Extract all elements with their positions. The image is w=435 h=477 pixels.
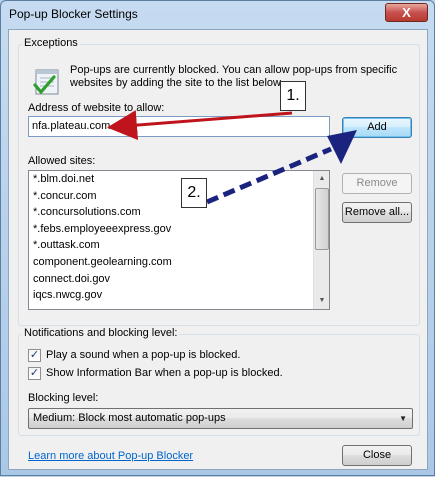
scroll-down-icon[interactable]: ▼ <box>314 293 329 309</box>
notifications-group-label: Notifications and blocking level: <box>22 327 180 339</box>
title-bar: Pop-up Blocker Settings X <box>1 1 434 29</box>
remove-button[interactable]: Remove <box>342 173 412 194</box>
close-button[interactable]: Close <box>342 445 412 466</box>
learn-more-link[interactable]: Learn more about Pop-up Blocker <box>28 450 193 462</box>
blocking-level-select[interactable]: Medium: Block most automatic pop-ups ▼ <box>28 408 413 429</box>
list-item[interactable]: iqcs.nwcg.gov <box>29 287 329 304</box>
allowed-sites-list[interactable]: *.blm.doi.net *.concur.com *.concursolut… <box>28 170 330 310</box>
list-item[interactable]: *.blm.doi.net <box>29 171 329 188</box>
chevron-down-icon: ▼ <box>399 414 407 423</box>
blocking-level-value: Medium: Block most automatic pop-ups <box>33 412 226 424</box>
info-bar-checkbox[interactable]: ✓ <box>28 367 41 380</box>
scroll-thumb[interactable] <box>315 188 329 250</box>
list-scrollbar[interactable]: ▲ ▼ <box>313 171 329 309</box>
list-item[interactable]: *.concursolutions.com <box>29 204 329 221</box>
play-sound-label[interactable]: Play a sound when a pop-up is blocked. <box>46 349 240 361</box>
list-item[interactable]: *.outtask.com <box>29 237 329 254</box>
remove-all-button[interactable]: Remove all... <box>342 202 412 223</box>
scroll-up-icon[interactable]: ▲ <box>314 171 329 187</box>
callout-2: 2. <box>181 178 207 208</box>
info-bar-label[interactable]: Show Information Bar when a pop-up is bl… <box>46 367 283 379</box>
exceptions-group-label: Exceptions <box>22 37 80 49</box>
address-label: Address of website to allow: <box>28 102 165 114</box>
info-bar-checkbox-row[interactable]: ✓ Show Information Bar when a pop-up is … <box>28 366 328 380</box>
list-item[interactable]: connect.doi.gov <box>29 271 329 288</box>
add-button[interactable]: Add <box>342 117 412 138</box>
window-close-button[interactable]: X <box>385 3 428 22</box>
shield-check-icon <box>33 69 59 95</box>
play-sound-checkbox[interactable]: ✓ <box>28 349 41 362</box>
list-item[interactable]: component.geolearning.com <box>29 254 329 271</box>
window-title: Pop-up Blocker Settings <box>9 7 138 21</box>
list-item[interactable]: *.febs.employeeexpress.gov <box>29 221 329 238</box>
popup-blocker-settings-window: Pop-up Blocker Settings X Exceptions Pop… <box>0 0 435 476</box>
play-sound-checkbox-row[interactable]: ✓ Play a sound when a pop-up is blocked. <box>28 348 328 362</box>
exceptions-description-line1: Pop-ups are currently blocked. You can a… <box>70 64 398 76</box>
list-item[interactable]: *.concur.com <box>29 188 329 205</box>
dialog-client-area: Exceptions Pop-ups are currently blocked… <box>8 29 428 470</box>
exceptions-description-line2: websites by adding the site to the list … <box>70 77 284 89</box>
callout-1: 1. <box>280 81 306 111</box>
blocking-level-label: Blocking level: <box>28 392 99 404</box>
allowed-sites-label: Allowed sites: <box>28 155 96 167</box>
address-input[interactable]: nfa.plateau.com <box>28 116 330 137</box>
